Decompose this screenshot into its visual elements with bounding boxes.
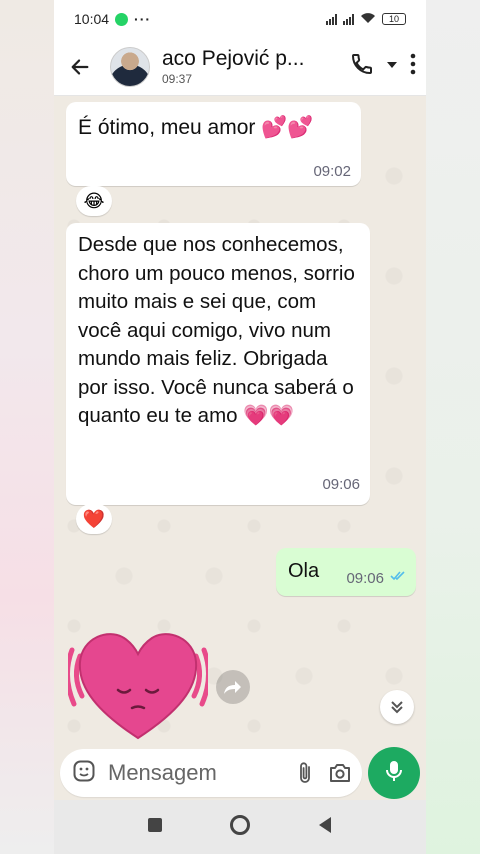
sticker-icon[interactable] — [72, 759, 96, 788]
contact-avatar[interactable] — [110, 46, 150, 87]
contact-name: aco Pejović p... — [162, 47, 305, 70]
status-time: 10:04 — [74, 11, 110, 27]
message-reaction[interactable]: 😂 — [76, 186, 112, 216]
signal-icon-2 — [343, 13, 354, 25]
back-button[interactable] — [317, 816, 333, 839]
wifi-icon — [360, 11, 376, 27]
home-button[interactable] — [229, 814, 251, 841]
attach-icon[interactable] — [296, 761, 314, 785]
status-bar: 10:04 ··· 10 — [54, 0, 426, 38]
more-options-icon[interactable] — [410, 53, 416, 80]
message-time: 09:02 — [313, 163, 351, 180]
whatsapp-notification-icon — [115, 12, 129, 26]
system-navigation-bar — [54, 800, 426, 854]
message-time: 09:06 — [346, 570, 384, 587]
incoming-message[interactable]: É ótimo, meu amor 💕💕 09:02 — [66, 102, 361, 186]
more-notifications-icon: ··· — [134, 11, 152, 27]
read-receipt-icon — [390, 564, 406, 587]
scroll-down-button[interactable] — [380, 690, 414, 724]
signal-icon — [326, 13, 337, 25]
mic-icon — [384, 759, 404, 788]
phone-screen: 10:04 ··· 10 aco Pejović p... 09:37 É ót… — [54, 0, 426, 854]
message-input[interactable]: Mensagem — [108, 760, 282, 786]
message-text: Ola — [288, 560, 320, 582]
last-seen: 09:37 — [162, 72, 193, 86]
outgoing-message[interactable]: Ola 09:06 — [276, 548, 416, 596]
camera-icon[interactable] — [328, 762, 352, 784]
chevron-down-icon[interactable] — [386, 58, 398, 76]
message-text: É ótimo, meu amor 💕💕 — [78, 116, 314, 139]
chat-area[interactable]: É ótimo, meu amor 💕💕 09:02 😂 Desde que n… — [54, 96, 426, 746]
heart-sticker[interactable] — [65, 616, 211, 744]
battery-icon: 10 — [382, 13, 406, 25]
right-backdrop — [426, 0, 480, 854]
message-composer: Mensagem — [54, 746, 426, 800]
contact-info[interactable]: aco Pejović p... 09:37 — [162, 47, 327, 86]
message-reaction[interactable]: ❤️ — [76, 504, 112, 534]
chat-header: aco Pejović p... 09:37 — [54, 38, 426, 96]
mic-button[interactable] — [368, 747, 420, 799]
forward-icon[interactable] — [216, 670, 250, 704]
call-icon[interactable] — [350, 52, 374, 81]
message-field[interactable]: Mensagem — [60, 749, 362, 797]
message-text: Desde que nos conhecemos, choro um pouco… — [78, 233, 355, 427]
message-time: 09:06 — [322, 475, 360, 493]
recent-apps-button[interactable] — [147, 817, 163, 838]
left-backdrop — [0, 0, 54, 854]
back-arrow-icon[interactable] — [66, 53, 94, 81]
incoming-message[interactable]: Desde que nos conhecemos, choro um pouco… — [66, 223, 370, 505]
